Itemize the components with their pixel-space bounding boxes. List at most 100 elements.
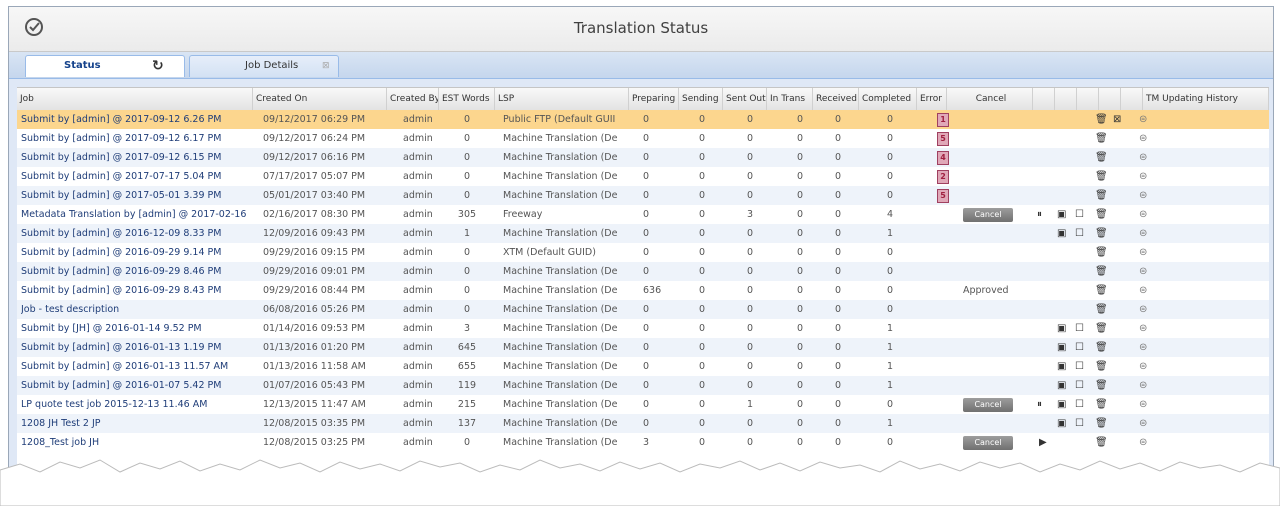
trash-icon[interactable]: 🗑 [1095, 148, 1108, 167]
error-count-badge[interactable]: 5 [937, 132, 949, 146]
tm-history-icon[interactable]: ⊜ [1139, 395, 1147, 414]
trash-icon[interactable]: 🗑 [1095, 243, 1108, 262]
col-tm-history[interactable]: TM Updating History [1143, 88, 1269, 110]
close-icon[interactable]: ⊠ [1113, 110, 1121, 129]
col-received[interactable]: Received [813, 88, 859, 110]
table-row[interactable]: Submit by [admin] @ 2016-09-29 9.14 PM 09… [17, 243, 1269, 262]
trash-icon[interactable]: 🗑 [1095, 110, 1108, 129]
box-icon[interactable]: ☐ [1075, 376, 1084, 395]
table-row[interactable]: Submit by [admin] @ 2016-01-13 11.57 AM 0… [17, 357, 1269, 376]
trash-icon[interactable]: 🗑 [1095, 186, 1108, 205]
error-count-badge[interactable]: 2 [937, 170, 949, 184]
refresh-icon[interactable]: ↻ [152, 56, 164, 76]
table-row[interactable]: Submit by [admin] @ 2016-01-07 5.42 PM 01… [17, 376, 1269, 395]
tm-history-icon[interactable]: ⊜ [1139, 148, 1147, 167]
col-created-by[interactable]: Created By [387, 88, 439, 110]
job-cell[interactable]: 1208 JH Test 2 JP [21, 414, 253, 433]
box-icon[interactable]: ☐ [1075, 395, 1084, 414]
table-row[interactable]: Submit by [admin] @ 2016-12-09 8.33 PM 12… [17, 224, 1269, 243]
cancel-button[interactable]: Cancel [963, 436, 1013, 450]
trash-icon[interactable]: 🗑 [1095, 319, 1108, 338]
job-cell[interactable]: Submit by [admin] @ 2016-09-29 8.43 PM [21, 281, 253, 300]
trash-icon[interactable]: 🗑 [1095, 281, 1108, 300]
trash-icon[interactable]: 🗑 [1095, 357, 1108, 376]
col-error[interactable]: Error [917, 88, 947, 110]
save-icon[interactable]: ▣ [1057, 319, 1066, 338]
tab-job-details[interactable]: Job Details ⊠ [189, 55, 339, 77]
job-cell[interactable]: Submit by [admin] @ 2017-05-01 3.39 PM [21, 186, 253, 205]
play-icon[interactable]: ▶ [1039, 433, 1047, 452]
tm-history-icon[interactable]: ⊜ [1139, 243, 1147, 262]
col-sending[interactable]: Sending [679, 88, 723, 110]
tm-history-icon[interactable]: ⊜ [1139, 129, 1147, 148]
col-completed[interactable]: Completed [859, 88, 917, 110]
job-cell[interactable]: Submit by [admin] @ 2016-01-13 11.57 AM [21, 357, 253, 376]
col-lsp[interactable]: LSP [495, 88, 629, 110]
tm-history-icon[interactable]: ⊜ [1139, 186, 1147, 205]
table-row[interactable]: Submit by [JH] @ 2016-01-14 9.52 PM 01/14… [17, 319, 1269, 338]
col-sent-out[interactable]: Sent Out [723, 88, 767, 110]
tm-history-icon[interactable]: ⊜ [1139, 338, 1147, 357]
table-row[interactable]: Job - test description 06/08/2016 05:26 P… [17, 300, 1269, 319]
tm-history-icon[interactable]: ⊜ [1139, 433, 1147, 452]
error-count-badge[interactable]: 1 [937, 113, 949, 127]
table-row[interactable]: Submit by [admin] @ 2016-01-13 1.19 PM 01… [17, 338, 1269, 357]
tm-history-icon[interactable]: ⊜ [1139, 167, 1147, 186]
box-icon[interactable]: ☐ [1075, 205, 1084, 224]
job-cell[interactable]: Submit by [admin] @ 2017-09-12 6.26 PM [21, 110, 253, 129]
box-icon[interactable]: ☐ [1075, 224, 1084, 243]
job-cell[interactable]: Submit by [admin] @ 2016-09-29 9.14 PM [21, 243, 253, 262]
job-cell[interactable]: Submit by [admin] @ 2017-07-17 5.04 PM [21, 167, 253, 186]
save-icon[interactable]: ▣ [1057, 205, 1066, 224]
table-row[interactable]: Submit by [admin] @ 2017-07-17 5.04 PM 07… [17, 167, 1269, 186]
trash-icon[interactable]: 🗑 [1095, 224, 1108, 243]
tm-history-icon[interactable]: ⊜ [1139, 110, 1147, 129]
tab-status[interactable]: Status ↻ [25, 55, 185, 77]
job-cell[interactable]: Submit by [JH] @ 2016-01-14 9.52 PM [21, 319, 253, 338]
trash-icon[interactable]: 🗑 [1095, 167, 1108, 186]
cancel-button[interactable]: Cancel [963, 208, 1013, 222]
col-created-on[interactable]: Created On [253, 88, 387, 110]
trash-icon[interactable]: 🗑 [1095, 376, 1108, 395]
tm-history-icon[interactable]: ⊜ [1139, 319, 1147, 338]
tm-history-icon[interactable]: ⊜ [1139, 357, 1147, 376]
col-cancel[interactable]: Cancel [947, 88, 1033, 110]
table-row[interactable]: Submit by [admin] @ 2016-09-29 8.43 PM 09… [17, 281, 1269, 300]
col-job[interactable]: Job [17, 88, 253, 110]
table-row[interactable]: Submit by [admin] @ 2017-09-12 6.26 PM 09… [17, 110, 1269, 129]
save-icon[interactable]: ▣ [1057, 414, 1066, 433]
save-icon[interactable]: ▣ [1057, 357, 1066, 376]
job-cell[interactable]: Submit by [admin] @ 2016-09-29 8.46 PM [21, 262, 253, 281]
table-row[interactable]: Submit by [admin] @ 2017-09-12 6.15 PM 09… [17, 148, 1269, 167]
close-tab-icon[interactable]: ⊠ [322, 56, 330, 76]
job-cell[interactable]: Submit by [admin] @ 2017-09-12 6.15 PM [21, 148, 253, 167]
job-cell[interactable]: Submit by [admin] @ 2016-01-13 1.19 PM [21, 338, 253, 357]
trash-icon[interactable]: 🗑 [1095, 338, 1108, 357]
save-icon[interactable]: ▣ [1057, 395, 1066, 414]
job-cell[interactable]: Submit by [admin] @ 2017-09-12 6.17 PM [21, 129, 253, 148]
table-row[interactable]: 1208_Test job JH 12/08/2015 03:25 PM admin… [17, 433, 1269, 452]
col-in-trans[interactable]: In Trans [767, 88, 813, 110]
table-row[interactable]: Submit by [admin] @ 2017-05-01 3.39 PM 05… [17, 186, 1269, 205]
save-icon[interactable]: ▣ [1057, 376, 1066, 395]
box-icon[interactable]: ☐ [1075, 414, 1084, 433]
table-row[interactable]: Metadata Translation by [admin] @ 2017-0… [17, 205, 1269, 224]
box-icon[interactable]: ☐ [1075, 319, 1084, 338]
trash-icon[interactable]: 🗑 [1095, 262, 1108, 281]
tm-history-icon[interactable]: ⊜ [1139, 414, 1147, 433]
table-row[interactable]: Submit by [admin] @ 2017-09-12 6.17 PM 09… [17, 129, 1269, 148]
save-icon[interactable]: ▣ [1057, 338, 1066, 357]
job-cell[interactable]: 1208_Test job JH [21, 433, 253, 452]
trash-icon[interactable]: 🗑 [1095, 205, 1108, 224]
trash-icon[interactable]: 🗑 [1095, 300, 1108, 319]
job-cell[interactable]: Job - test description [21, 300, 253, 319]
tm-history-icon[interactable]: ⊜ [1139, 205, 1147, 224]
table-row[interactable]: Submit by [admin] @ 2016-09-29 8.46 PM 09… [17, 262, 1269, 281]
job-cell[interactable]: Submit by [admin] @ 2016-01-07 5.42 PM [21, 376, 253, 395]
col-est-words[interactable]: EST Words [439, 88, 495, 110]
tm-history-icon[interactable]: ⊜ [1139, 262, 1147, 281]
job-cell[interactable]: Metadata Translation by [admin] @ 2017-0… [21, 205, 253, 224]
error-count-badge[interactable]: 4 [937, 151, 949, 165]
table-row[interactable]: LP quote test job 2015-12-13 11.46 AM 12/… [17, 395, 1269, 414]
pause-icon[interactable]: ⏸ [1037, 395, 1042, 414]
